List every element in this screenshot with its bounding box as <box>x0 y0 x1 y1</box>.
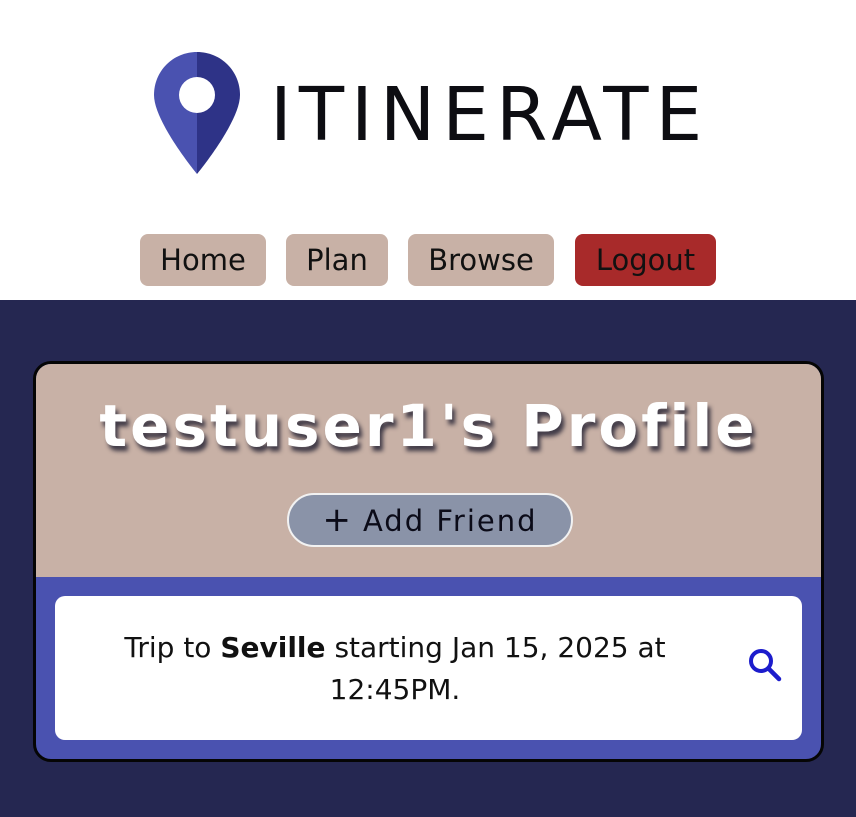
trip-city: Seville <box>220 631 326 664</box>
profile-header: testuser1's Profile + Add Friend <box>36 364 821 577</box>
nav-plan-button[interactable]: Plan <box>286 234 388 286</box>
nav-home-button[interactable]: Home <box>140 234 266 286</box>
profile-title: testuser1's Profile <box>99 392 758 460</box>
add-friend-button[interactable]: + Add Friend <box>287 493 573 547</box>
add-friend-label: Add Friend <box>362 504 538 538</box>
trip-list-item: Trip to Seville starting Jan 15, 2025 at… <box>55 596 802 740</box>
main-content: testuser1's Profile + Add Friend Trip to … <box>0 300 856 817</box>
brand-name: ITINERATE <box>270 72 710 158</box>
nav-browse-button[interactable]: Browse <box>408 234 554 286</box>
trip-details: starting Jan 15, 2025 at 12:45PM. <box>329 631 666 706</box>
plus-icon: + <box>322 500 353 540</box>
site-header: ITINERATE Home Plan Browse Logout <box>0 0 856 300</box>
search-icon[interactable] <box>748 648 782 682</box>
profile-card: testuser1's Profile + Add Friend Trip to … <box>33 361 824 762</box>
trip-description: Trip to Seville starting Jan 15, 2025 at… <box>95 627 695 711</box>
map-pin-icon <box>154 52 240 174</box>
trip-prefix: Trip to <box>124 631 212 664</box>
logout-button[interactable]: Logout <box>575 234 716 286</box>
